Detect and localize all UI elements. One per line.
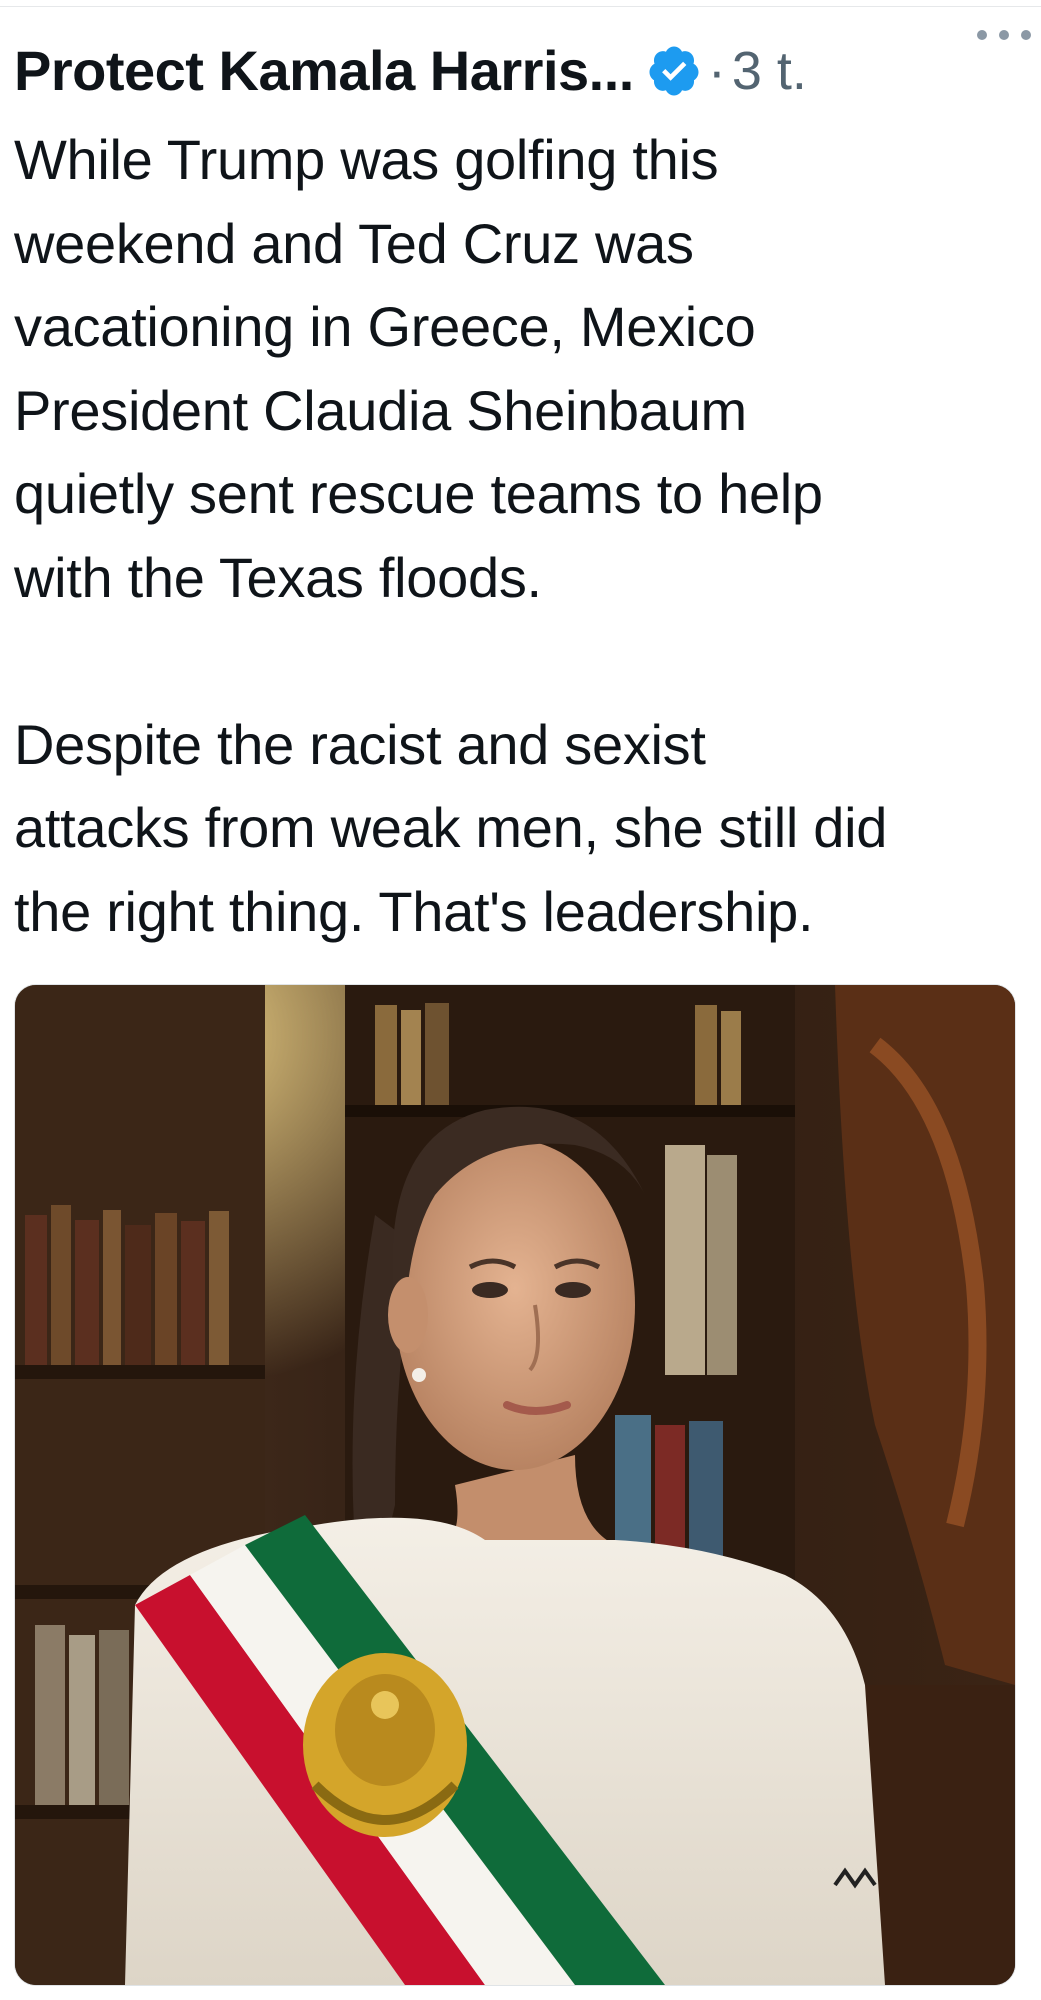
more-dot — [977, 30, 987, 40]
tweet-media-photo[interactable] — [14, 984, 1016, 1986]
ear — [388, 1277, 428, 1353]
verified-badge-icon[interactable] — [646, 43, 702, 99]
tweet-header: Protect Kamala Harris... · 3 t. — [14, 36, 1024, 106]
earring — [412, 1368, 426, 1382]
tweet-paragraph-1: While Trump was golfing this weekend and… — [14, 128, 823, 609]
author-display-name[interactable]: Protect Kamala Harris... — [14, 36, 634, 106]
eye-right — [555, 1282, 591, 1298]
more-dot — [999, 30, 1009, 40]
meta-separator: · — [707, 41, 726, 101]
top-divider — [0, 0, 1041, 7]
more-options-icon[interactable] — [977, 20, 1031, 50]
more-dot — [1021, 30, 1031, 40]
eye-left — [472, 1282, 508, 1298]
tweet-text: While Trump was golfing this weekend and… — [14, 118, 1014, 953]
portrait-illustration — [15, 985, 1015, 1985]
tweet-paragraph-2: Despite the racist and sexist attacks fr… — [14, 712, 888, 943]
timestamp[interactable]: 3 t. — [732, 36, 807, 106]
mexican-coat-of-arms — [303, 1653, 467, 1837]
